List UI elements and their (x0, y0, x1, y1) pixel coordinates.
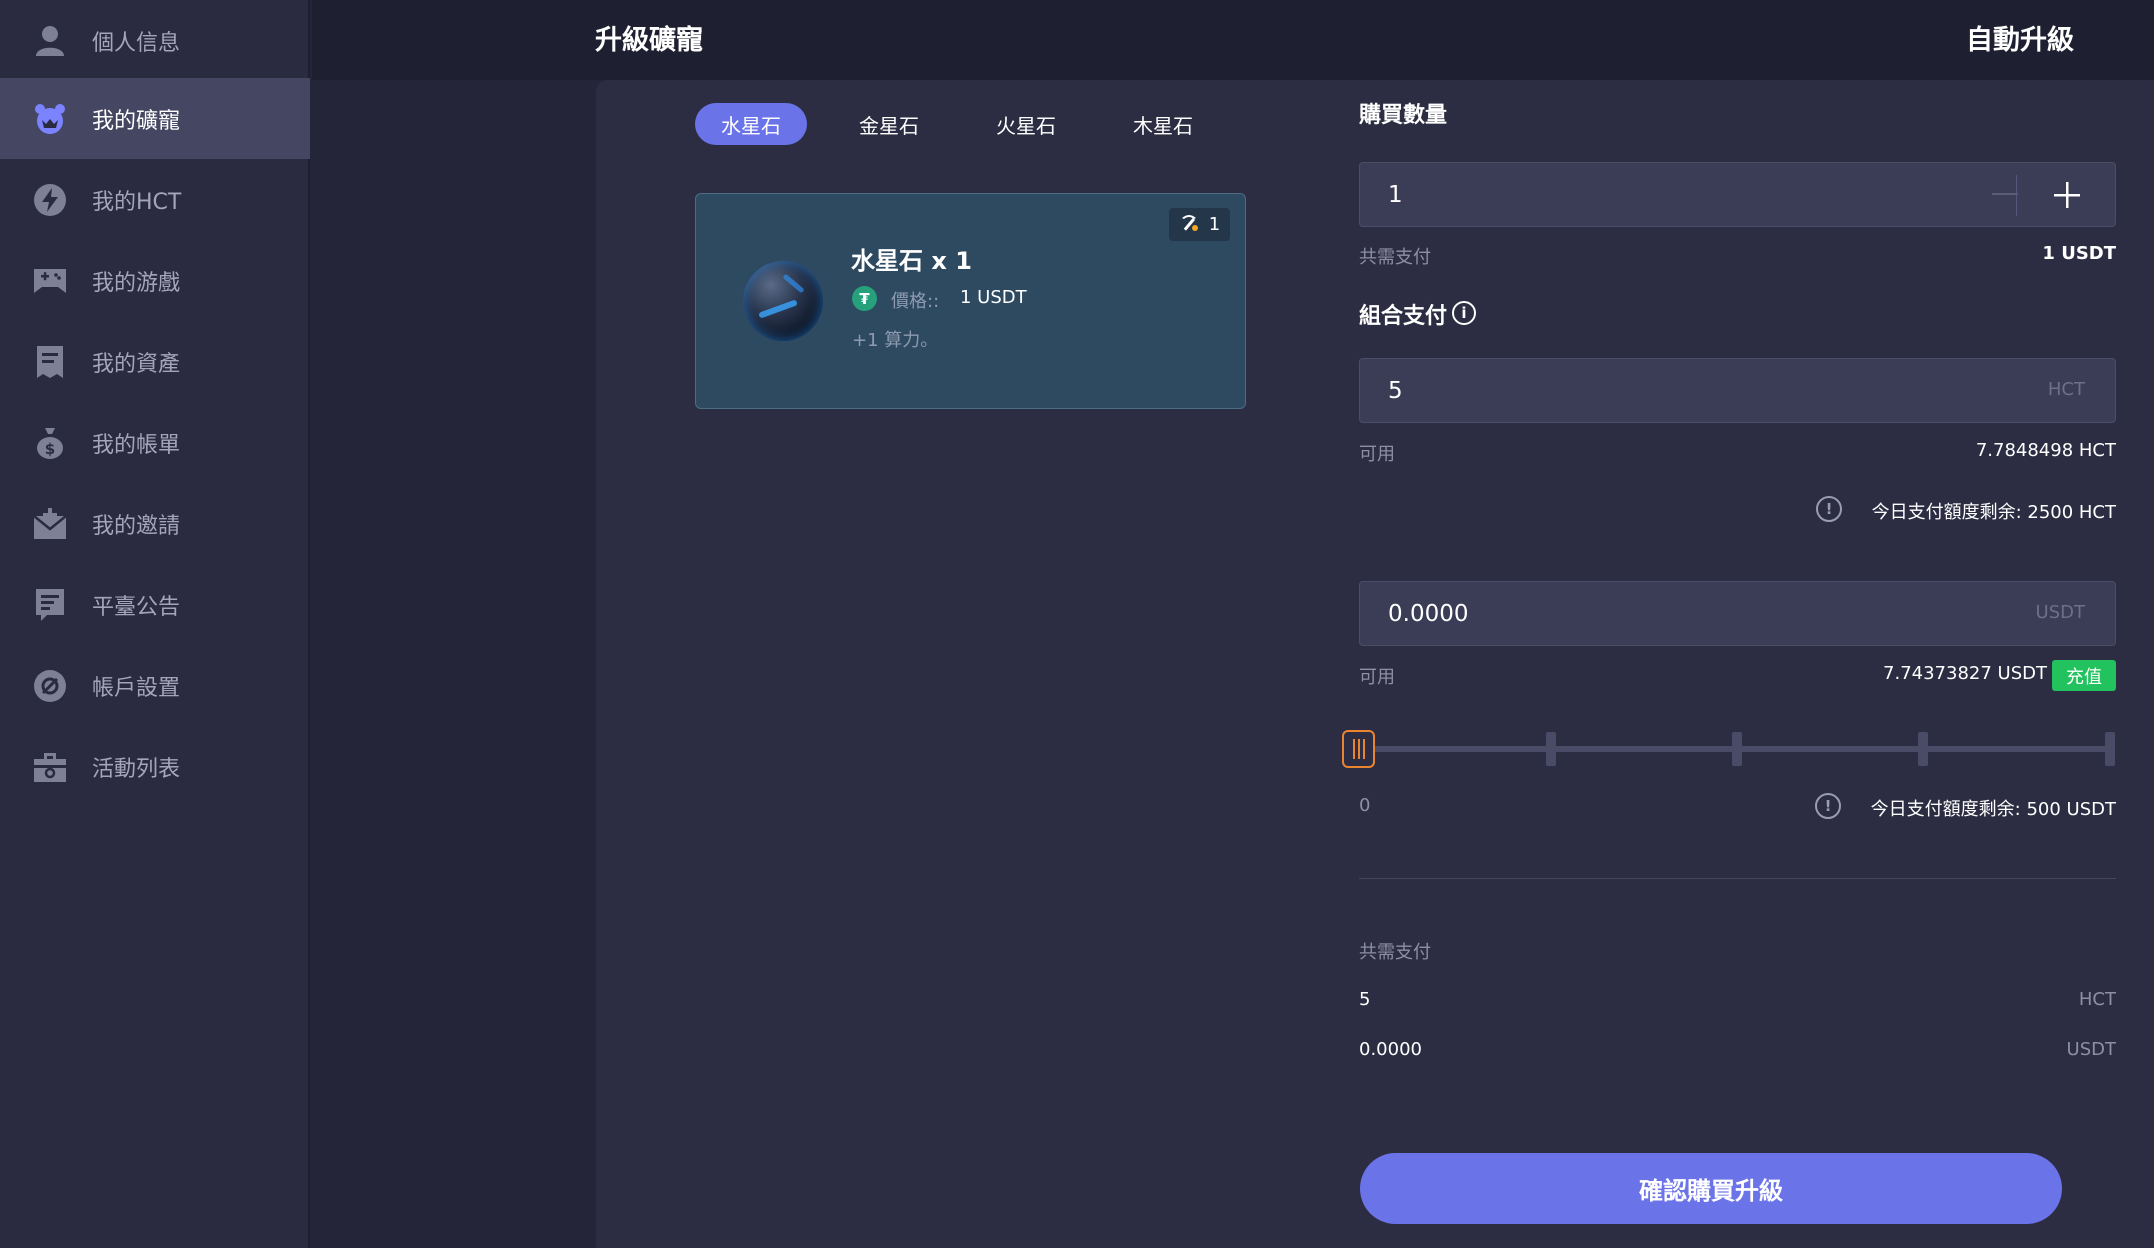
sidebar-item-my-hct[interactable]: 我的HCT (0, 159, 310, 240)
mail-plus-icon (33, 507, 67, 541)
sidebar-item-my-games[interactable]: 我的游戲 (0, 240, 310, 321)
pickaxe-icon (1179, 212, 1199, 237)
tab-venus-stone[interactable]: 金星石 (833, 103, 945, 145)
pickaxe-badge: 1 (1169, 208, 1230, 241)
slider-tick[interactable] (1732, 732, 1742, 766)
upgrade-panel: 水星石 金星石 火星石 木星石 水星石 x 1 ₮ 價格:: 1 USDT +1… (596, 80, 2154, 1248)
product-card[interactable]: 水星石 x 1 ₮ 價格:: 1 USDT +1 算力。 1 (695, 193, 1246, 409)
plus-icon (2053, 181, 2080, 208)
usdt-coin-icon: ₮ (852, 286, 877, 311)
decrease-button[interactable] (1992, 193, 2018, 195)
hct-available-label: 可用 (1359, 444, 1395, 465)
sidebar-item-label: 我的資產 (92, 351, 181, 377)
sidebar-item-label: 我的HCT (92, 189, 182, 215)
sidebar-item-label: 活動列表 (92, 756, 181, 782)
slider-tick[interactable] (1546, 732, 1556, 766)
quantity-stepper (1359, 162, 2116, 227)
svg-text:$: $ (45, 440, 55, 458)
auto-upgrade-button[interactable]: 自動升級 (1966, 18, 2074, 57)
quantity-label: 購買數量 (1359, 103, 1448, 128)
exclamation-icon: ! (1815, 793, 1841, 819)
badge-count: 1 (1208, 214, 1221, 235)
combo-payment-label: 組合支付 (1359, 304, 1448, 329)
sidebar-item-label: 我的帳單 (92, 432, 181, 458)
summary-usdt-unit: USDT (2066, 1039, 2116, 1060)
recharge-button[interactable]: 充值 (2052, 660, 2116, 691)
user-icon (33, 24, 67, 58)
hct-field: HCT (1359, 358, 2116, 423)
quantity-input[interactable] (1388, 163, 1888, 226)
confirm-upgrade-button[interactable]: 確認購買升級 (1360, 1153, 2062, 1224)
lightning-icon (33, 183, 67, 217)
sidebar-item-announcements[interactable]: 平臺公告 (0, 564, 310, 645)
document-icon (33, 345, 67, 379)
price-label: 價格:: (891, 291, 940, 312)
toolbox-icon (33, 750, 67, 784)
sidebar-item-label: 個人信息 (92, 30, 181, 56)
price-value: 1 USDT (960, 287, 1027, 308)
sidebar-item-label: 我的礦寵 (92, 108, 181, 134)
sidebar-item-label: 帳戶設置 (92, 675, 181, 701)
exclamation-icon: ! (1816, 496, 1842, 522)
hct-input[interactable] (1388, 359, 1888, 422)
summary-label: 共需支付 (1359, 942, 1431, 963)
gem-image (743, 261, 823, 341)
summary-usdt-value: 0.0000 (1359, 1039, 1422, 1060)
slider-min-label: 0 (1359, 795, 1371, 816)
usdt-input[interactable] (1388, 582, 1888, 645)
sidebar-item-my-assets[interactable]: 我的資產 (0, 321, 310, 402)
page-title: 升級礦寵 (595, 25, 703, 56)
increase-button[interactable] (2018, 163, 2115, 226)
usdt-limit-text: 今日支付額度剩余: 500 USDT (1870, 799, 2116, 820)
tab-mercury-stone[interactable]: 水星石 (695, 103, 807, 145)
hct-limit-text: 今日支付額度剩余: 2500 HCT (1871, 502, 2116, 523)
stepper-divider (2016, 175, 2017, 216)
info-icon[interactable]: i (1452, 301, 1476, 325)
usdt-field: USDT (1359, 581, 2116, 646)
product-title: 水星石 x 1 (851, 247, 972, 275)
sidebar-item-my-invites[interactable]: 我的邀請 (0, 483, 310, 564)
tab-mars-stone[interactable]: 火星石 (970, 103, 1082, 145)
sidebar-item-label: 我的游戲 (92, 270, 181, 296)
total-value: 1 USDT (2042, 243, 2116, 264)
sidebar: 個人信息 我的礦寵 我的HCT 我的游戲 我的資產 $ 我的帳單 我的邀請 平臺… (0, 0, 310, 1248)
summary-hct-value: 5 (1359, 989, 1371, 1010)
settings-icon (33, 669, 67, 703)
sidebar-item-my-pets[interactable]: 我的礦寵 (0, 78, 310, 159)
total-label: 共需支付 (1359, 247, 1431, 268)
summary-hct-unit: HCT (2078, 989, 2116, 1010)
tab-jupiter-stone[interactable]: 木星石 (1107, 103, 1219, 145)
announcement-icon (33, 588, 67, 622)
divider (1359, 878, 2116, 879)
sidebar-item-profile[interactable]: 個人信息 (0, 0, 310, 81)
slider-handle[interactable] (1342, 730, 1375, 768)
pet-icon (33, 102, 67, 136)
sidebar-item-label: 平臺公告 (92, 594, 181, 620)
usdt-available-label: 可用 (1359, 667, 1395, 688)
money-bag-icon: $ (33, 426, 67, 460)
sidebar-item-account-settings[interactable]: 帳戶設置 (0, 645, 310, 726)
sidebar-item-label: 我的邀請 (92, 513, 181, 539)
gamepad-icon (33, 264, 67, 298)
usdt-unit: USDT (2035, 602, 2085, 623)
slider-tick[interactable] (1918, 732, 1928, 766)
hct-available-value: 7.7848498 HCT (1975, 440, 2116, 461)
usdt-available-value: 7.74373827 USDT (1883, 663, 2047, 684)
sidebar-item-my-bills[interactable]: $ 我的帳單 (0, 402, 310, 483)
top-header: 升級礦寵 自動升級 (312, 0, 2154, 80)
hct-unit: HCT (2047, 379, 2085, 400)
hashrate-text: +1 算力。 (852, 330, 939, 351)
slider-tick[interactable] (2105, 732, 2115, 766)
sidebar-item-activities[interactable]: 活動列表 (0, 726, 310, 807)
